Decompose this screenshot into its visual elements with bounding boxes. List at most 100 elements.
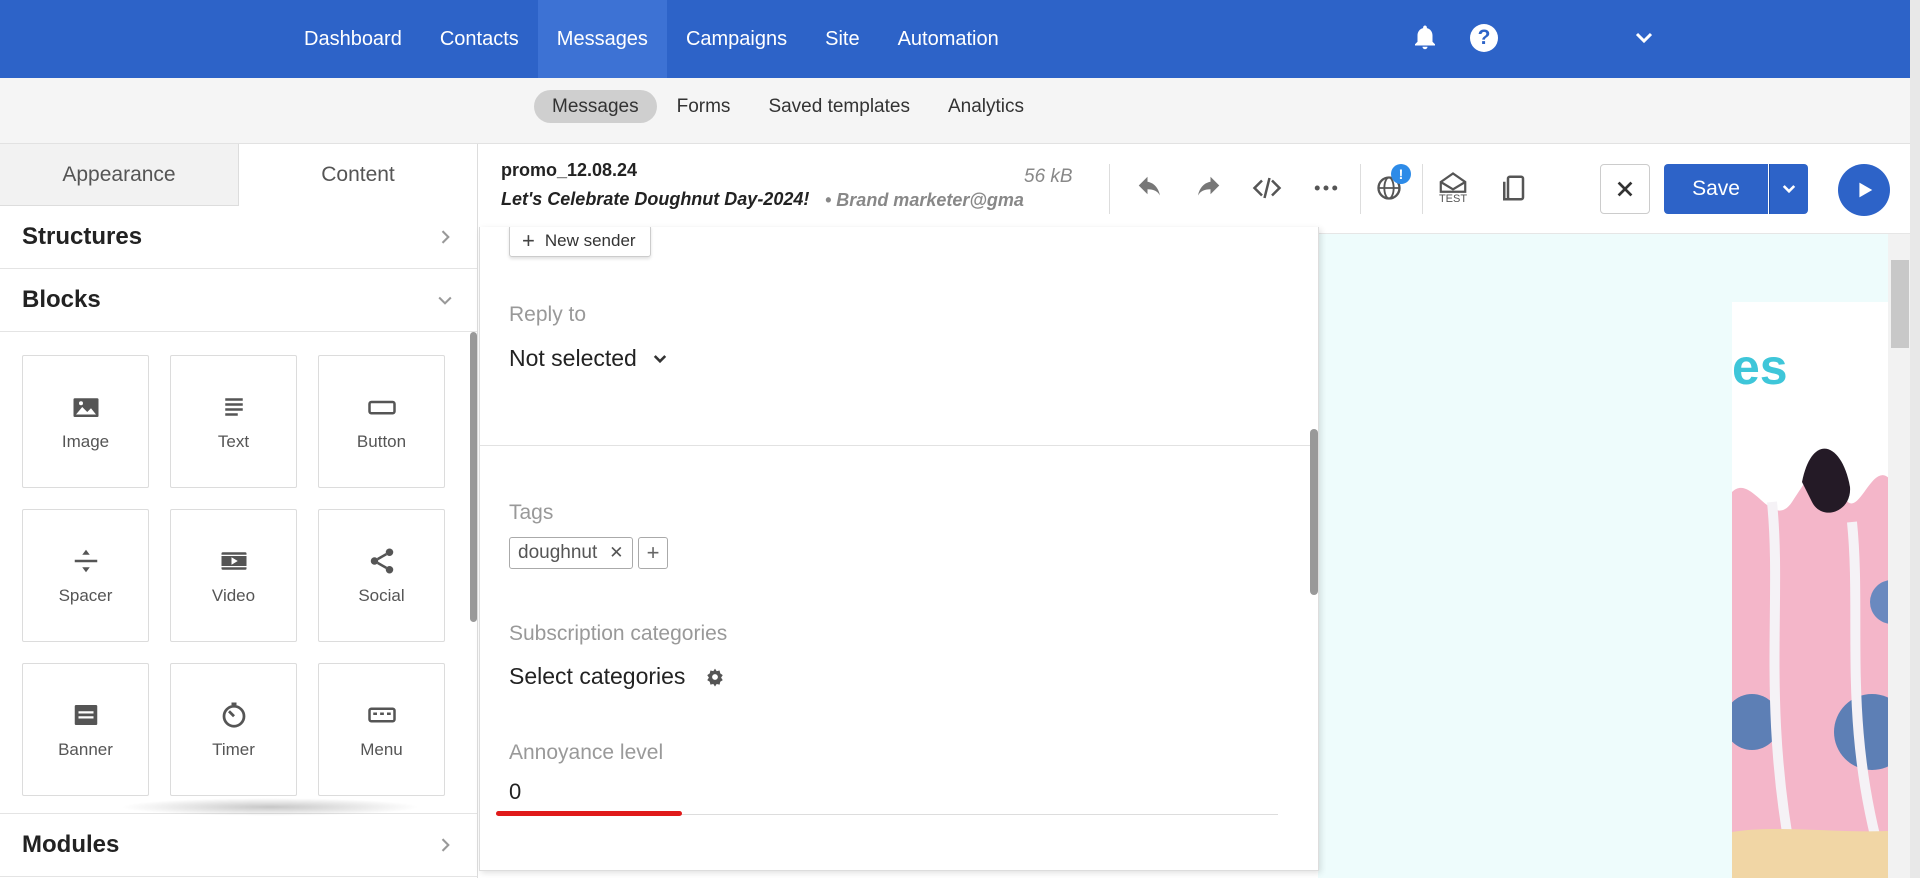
tab-appearance[interactable]: Appearance — [0, 144, 239, 206]
email-sender[interactable]: • Brand marketer@gma — [825, 190, 1024, 211]
block-video-label: Video — [211, 585, 256, 605]
save-button[interactable]: Save — [1664, 164, 1768, 214]
block-social-label: Social — [358, 585, 405, 605]
block-spacer-label: Spacer — [58, 585, 113, 605]
account-menu-chevron-icon[interactable] — [1632, 26, 1656, 50]
message-settings-panel: + New sender Reply to Not selected Tags … — [479, 227, 1319, 871]
top-actions: ? — [1410, 22, 1498, 54]
subnav-forms[interactable]: Forms — [659, 90, 749, 123]
annoyance-level-input[interactable]: 0 — [509, 779, 521, 805]
panel-scrollbar[interactable] — [1310, 429, 1318, 595]
test-send-button[interactable]: TEST — [1433, 168, 1473, 208]
tags-label: Tags — [509, 501, 554, 524]
more-dots-icon — [1314, 185, 1338, 191]
share-icon — [370, 548, 393, 573]
block-spacer[interactable]: Spacer — [22, 509, 149, 642]
remove-tag-icon[interactable]: ✕ — [609, 543, 623, 563]
editor-toolbar: promo_12.08.24 Let's Celebrate Doughnut … — [479, 144, 1910, 234]
top-navigation-bar: Dashboard Contacts Messages Campaigns Si… — [0, 0, 1910, 78]
block-timer-label: Timer — [212, 739, 255, 759]
undo-icon — [1138, 176, 1160, 196]
notification-bell-icon[interactable] — [1410, 22, 1440, 54]
annoyance-level-label: Annoyance level — [509, 741, 664, 764]
nav-messages[interactable]: Messages — [537, 0, 667, 78]
new-sender-label: New sender — [544, 231, 636, 250]
test-label: TEST — [1438, 193, 1468, 205]
reply-to-value: Not selected — [509, 345, 637, 371]
redo-icon — [1198, 176, 1220, 196]
block-button[interactable]: Button — [318, 355, 445, 488]
nav-contacts[interactable]: Contacts — [421, 0, 538, 78]
structures-label: Structures — [22, 223, 143, 250]
svg-text:es: es — [1732, 339, 1788, 395]
subscription-categories-value: Select categories — [509, 663, 686, 689]
editor-sidebar: Appearance Content Structures Blocks Ima… — [0, 144, 478, 878]
annoyance-error-indicator — [496, 811, 682, 816]
tag-label: doughnut — [518, 542, 598, 563]
nav-campaigns[interactable]: Campaigns — [667, 0, 806, 78]
text-icon — [224, 397, 243, 416]
sidebar-scrollbar[interactable] — [470, 332, 477, 622]
language-button[interactable]: ! — [1369, 164, 1411, 208]
block-image[interactable]: Image — [22, 355, 149, 488]
block-menu-label: Menu — [360, 739, 403, 759]
subnav-saved-templates[interactable]: Saved templates — [750, 90, 928, 123]
structures-section[interactable]: Structures — [0, 206, 477, 269]
nav-automation[interactable]: Automation — [879, 0, 1018, 78]
block-video[interactable]: Video — [170, 509, 297, 642]
undo-button[interactable] — [1130, 168, 1170, 208]
close-editor-button[interactable] — [1600, 164, 1650, 214]
section-divider — [480, 445, 1318, 446]
block-banner-label: Banner — [58, 739, 113, 759]
mobile-preview-button[interactable] — [1493, 168, 1533, 208]
subnav-analytics[interactable]: Analytics — [930, 90, 1042, 123]
modules-label: Modules — [22, 831, 120, 858]
sub-navigation-bar: Messages Forms Saved templates Analytics — [0, 78, 1910, 144]
nav-site[interactable]: Site — [806, 0, 878, 78]
blocks-grid-area: Image Text Button Spacer Video Social Ba… — [0, 332, 477, 816]
code-icon — [1252, 177, 1282, 199]
reply-to-select[interactable]: Not selected — [509, 345, 669, 372]
block-social[interactable]: Social — [318, 509, 445, 642]
scroll-shadow — [120, 798, 420, 816]
block-banner[interactable]: Banner — [22, 663, 149, 796]
more-options-button[interactable] — [1306, 168, 1346, 208]
help-icon[interactable]: ? — [1470, 24, 1498, 52]
chevron-down-icon — [1782, 185, 1796, 194]
email-subject[interactable]: Let's Celebrate Doughnut Day-2024! — [501, 189, 809, 210]
blocks-label: Blocks — [22, 286, 101, 313]
redo-button[interactable] — [1188, 168, 1228, 208]
sidebar-tabs: Appearance Content — [0, 144, 477, 206]
menu-icon — [367, 707, 396, 722]
email-size: 56 kB — [1024, 166, 1073, 187]
main-nav: Dashboard Contacts Messages Campaigns Si… — [285, 0, 1018, 78]
chevron-down-icon — [653, 354, 667, 363]
language-warning-badge: ! — [1391, 164, 1411, 184]
close-icon — [1617, 181, 1633, 197]
preview-scrollbar-thumb[interactable] — [1891, 260, 1909, 348]
toolbar-divider — [1360, 164, 1361, 214]
document-name[interactable]: promo_12.08.24 — [501, 160, 637, 181]
code-view-button[interactable] — [1247, 168, 1287, 208]
chevron-right-icon — [441, 838, 450, 852]
modules-section[interactable]: Modules — [0, 814, 477, 877]
sub-nav: Messages Forms Saved templates Analytics — [534, 90, 1044, 123]
block-text[interactable]: Text — [170, 355, 297, 488]
chevron-down-icon — [438, 296, 452, 305]
spacer-icon — [74, 549, 97, 572]
block-menu[interactable]: Menu — [318, 663, 445, 796]
toolbar-divider — [1109, 164, 1110, 214]
doughnut-hero-image: es — [1724, 339, 1910, 878]
new-sender-button[interactable]: + New sender — [509, 227, 651, 257]
tab-content[interactable]: Content — [239, 144, 477, 206]
nav-dashboard[interactable]: Dashboard — [285, 0, 421, 78]
send-play-button[interactable] — [1838, 164, 1890, 216]
save-options-dropdown[interactable] — [1769, 164, 1808, 214]
add-tag-button[interactable]: + — [638, 537, 668, 569]
subscription-categories-label: Subscription categories — [509, 622, 728, 645]
block-timer[interactable]: Timer — [170, 663, 297, 796]
subscription-categories-select[interactable]: Select categories — [509, 663, 725, 690]
blocks-section[interactable]: Blocks — [0, 269, 477, 332]
test-email-icon — [1439, 172, 1467, 193]
subnav-messages[interactable]: Messages — [534, 90, 657, 123]
